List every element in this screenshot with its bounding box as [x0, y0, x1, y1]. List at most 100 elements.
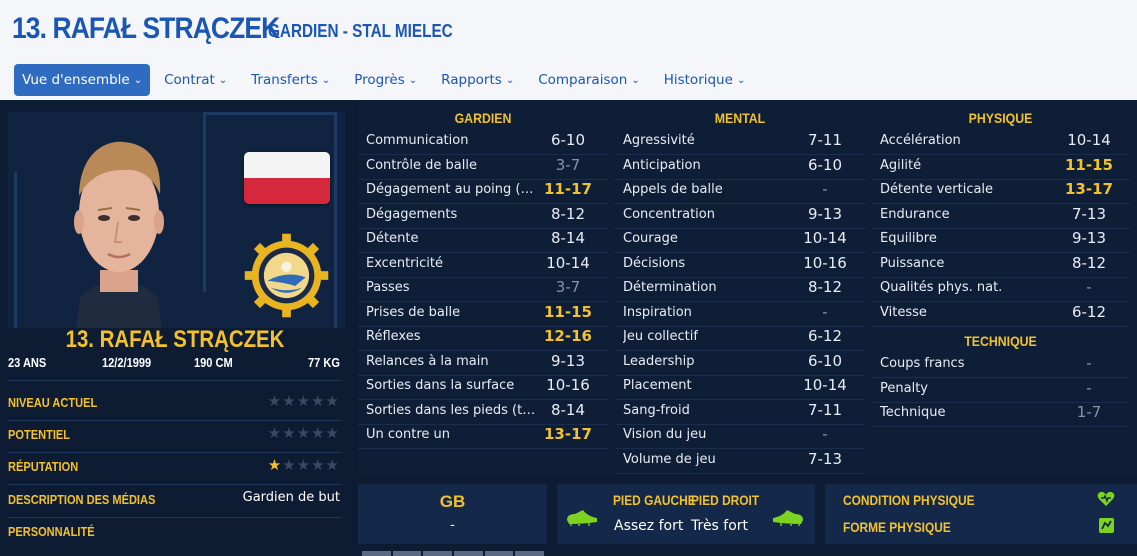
attribute-row[interactable]: Contrôle de balle 3-7 — [358, 155, 608, 180]
attribute-name: Accélération — [880, 133, 961, 148]
attribute-row[interactable]: Un contre un 13-17 — [358, 424, 608, 449]
position-card[interactable]: GB - — [358, 484, 547, 544]
form-label: FORME PHYSIQUE — [843, 519, 951, 535]
gardien-heading: GARDIEN — [454, 110, 512, 126]
attribute-row[interactable]: Détermination 8-12 — [615, 277, 865, 302]
star-icon: ★ — [296, 456, 312, 474]
attribute-row[interactable]: Détente verticale 13-17 — [872, 179, 1129, 204]
attribute-value: 10-16 — [546, 376, 590, 394]
position-value: - — [450, 518, 455, 533]
tab-transferts[interactable]: Transferts ⌄ — [241, 64, 340, 96]
attribute-row[interactable]: Puissance 8-12 — [872, 253, 1129, 278]
star-icon: ★ — [311, 424, 326, 442]
tab-vue-d-ensemble[interactable]: Vue d'ensemble ⌄ — [14, 64, 151, 96]
attribute-row[interactable]: Anticipation 6-10 — [615, 155, 865, 180]
right-foot-label: PIED DROIT — [691, 492, 760, 508]
attribute-name: Dégagements — [366, 206, 458, 222]
attribute-name: Dégagement au poing (tend... — [366, 182, 536, 197]
attribute-row[interactable]: Courage 10-14 — [615, 228, 865, 253]
star-rating: ★★★★★ — [268, 424, 340, 442]
attribute-row[interactable]: Sang-froid 7-11 — [615, 400, 865, 425]
attribute-value: - — [822, 180, 828, 198]
attribute-row[interactable]: Concentration 9-13 — [615, 204, 865, 229]
attribute-row[interactable]: Relances à la main 9-13 — [358, 351, 608, 376]
player-bio-row: 23 ANS 12/2/1999 190 CM 77 KG — [8, 355, 342, 377]
attribute-value: 8-12 — [1071, 253, 1107, 272]
profile-row: DESCRIPTION DES MÉDIAS Gardien de but — [8, 489, 342, 513]
tab-label: Rapports — [441, 72, 502, 88]
tab-historique[interactable]: Historique ⌄ — [654, 64, 756, 96]
attribute-row[interactable]: Excentricité 10-14 — [358, 253, 608, 278]
attribute-name: Concentration — [623, 206, 715, 222]
star-icon: ★ — [325, 392, 340, 410]
attribute-value: 6-10 — [807, 351, 843, 370]
divider — [8, 380, 342, 381]
attribute-row[interactable]: Jeu collectif 6-12 — [615, 326, 865, 351]
attribute-row[interactable]: Appels de balle - — [615, 179, 865, 204]
attribute-row[interactable]: Leadership 6-10 — [615, 351, 865, 376]
decor-stripe — [203, 112, 206, 292]
attribute-name: Leadership — [623, 353, 695, 369]
poland-flag-icon — [244, 152, 330, 204]
attribute-row[interactable]: Agressivité 7-11 — [615, 130, 865, 155]
player-name: 13. RAFAŁ STRĄCZEK — [65, 326, 285, 353]
attribute-name: Placement — [623, 378, 692, 393]
attribute-name: Inspiration — [623, 304, 692, 320]
tab-rapports[interactable]: Rapports ⌄ — [431, 64, 524, 96]
attribute-name: Coups francs — [880, 356, 965, 371]
attribute-row[interactable]: Équilibre 9-13 — [872, 228, 1129, 253]
attribute-name: Contrôle de balle — [366, 157, 477, 173]
attribute-row[interactable]: Inspiration - — [615, 302, 865, 327]
attribute-row[interactable]: Agilité 11-15 — [872, 155, 1129, 180]
attribute-row[interactable]: Qualités phys. nat. - — [872, 277, 1129, 302]
attribute-row[interactable]: Passes 3-7 — [358, 277, 608, 302]
attribute-row[interactable]: Volume de jeu 7-13 — [615, 449, 865, 474]
star-icon: ★ — [267, 456, 283, 474]
attribute-name: Agressivité — [623, 133, 695, 148]
attribute-row[interactable]: Coups francs - — [872, 353, 1129, 378]
row-divider — [615, 472, 865, 474]
attribute-row[interactable]: Penalty - — [872, 378, 1129, 403]
heart-icon — [1097, 491, 1115, 506]
attribute-row[interactable]: Réflexes 12-16 — [358, 326, 608, 351]
attribute-row[interactable]: Vitesse 6-12 — [872, 302, 1129, 327]
attribute-row[interactable]: Placement 10-14 — [615, 375, 865, 400]
attribute-row[interactable]: Endurance 7-13 — [872, 204, 1129, 229]
chevron-down-icon: ⌄ — [505, 74, 515, 86]
tab-contrat[interactable]: Contrat ⌄ — [154, 64, 237, 96]
tab-label: Comparaison — [538, 72, 628, 88]
attribute-row[interactable]: Accélération 10-14 — [872, 130, 1129, 155]
attribute-row[interactable]: Dégagement au poing (tend... 11-17 — [358, 179, 608, 204]
decor-stripe — [14, 172, 17, 328]
attribute-row[interactable]: Sorties dans les pieds (ten... 8-14 — [358, 400, 608, 425]
chevron-down-icon: ⌄ — [218, 74, 228, 86]
attribute-row[interactable]: Décisions 10-16 — [615, 253, 865, 278]
condition-label: CONDITION PHYSIQUE — [843, 492, 975, 508]
attribute-row[interactable]: Communication 6-10 — [358, 130, 608, 155]
row-divider — [358, 448, 608, 449]
attribute-row[interactable]: Détente 8-14 — [358, 228, 608, 253]
club-badge-icon — [244, 233, 329, 318]
tab-progr-s[interactable]: Progrès ⌄ — [344, 64, 427, 96]
attribute-row[interactable]: Vision du jeu - — [615, 424, 865, 449]
chevron-down-icon: ⌄ — [736, 74, 746, 86]
chevron-down-icon: ⌄ — [321, 74, 331, 86]
attribute-name: Vision du jeu — [623, 427, 707, 442]
mental-heading: MENTAL — [714, 110, 766, 126]
star-icon: ★ — [311, 456, 326, 474]
attribute-name: Communication — [366, 133, 469, 148]
tab-comparaison[interactable]: Comparaison ⌄ — [528, 64, 650, 96]
attribute-value: 11-15 — [1065, 155, 1113, 174]
attribute-row[interactable]: Prises de balle 11-15 — [358, 302, 608, 327]
attribute-row[interactable]: Sorties dans la surface 10-16 — [358, 375, 608, 400]
attribute-row[interactable]: Dégagements 8-12 — [358, 204, 608, 229]
profile-row-label: POTENTIEL — [8, 427, 71, 442]
decor-stripe — [334, 112, 337, 328]
player-photo-area — [8, 112, 345, 328]
fitness-icon — [1099, 518, 1114, 533]
attribute-row[interactable]: Technique 1-7 — [872, 402, 1129, 427]
player-dob: 12/2/1999 — [102, 355, 152, 370]
attribute-value: - — [1086, 278, 1092, 296]
preferred-foot-card: PIED GAUCHE Assez fort PIED DROIT Très f… — [557, 484, 815, 544]
attribute-value: 11-15 — [544, 302, 592, 321]
